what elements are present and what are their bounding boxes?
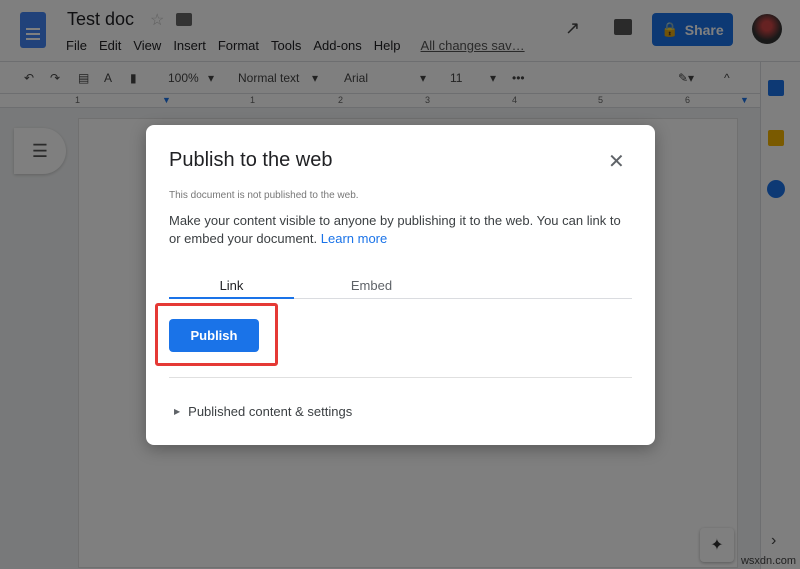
tab-embed[interactable]: Embed bbox=[309, 278, 434, 299]
publish-dialog: Publish to the web ✕ This document is no… bbox=[146, 125, 655, 445]
description-text: Make your content visible to anyone by p… bbox=[169, 213, 621, 246]
close-icon[interactable]: ✕ bbox=[608, 149, 625, 174]
divider bbox=[169, 377, 632, 378]
settings-label: Published content & settings bbox=[188, 404, 353, 419]
publish-status: This document is not published to the we… bbox=[169, 190, 359, 201]
dialog-title: Publish to the web bbox=[169, 149, 333, 171]
caret-right-icon: ▶ bbox=[174, 407, 181, 416]
published-settings-toggle[interactable]: ▶ Published content & settings bbox=[174, 404, 352, 419]
publish-button[interactable]: Publish bbox=[169, 319, 259, 352]
tab-bar: Link Embed bbox=[169, 275, 632, 299]
watermark: wsxdn.com bbox=[740, 555, 796, 567]
learn-more-link[interactable]: Learn more bbox=[321, 231, 387, 246]
dialog-description: Make your content visible to anyone by p… bbox=[169, 212, 629, 248]
tab-link[interactable]: Link bbox=[169, 278, 294, 299]
